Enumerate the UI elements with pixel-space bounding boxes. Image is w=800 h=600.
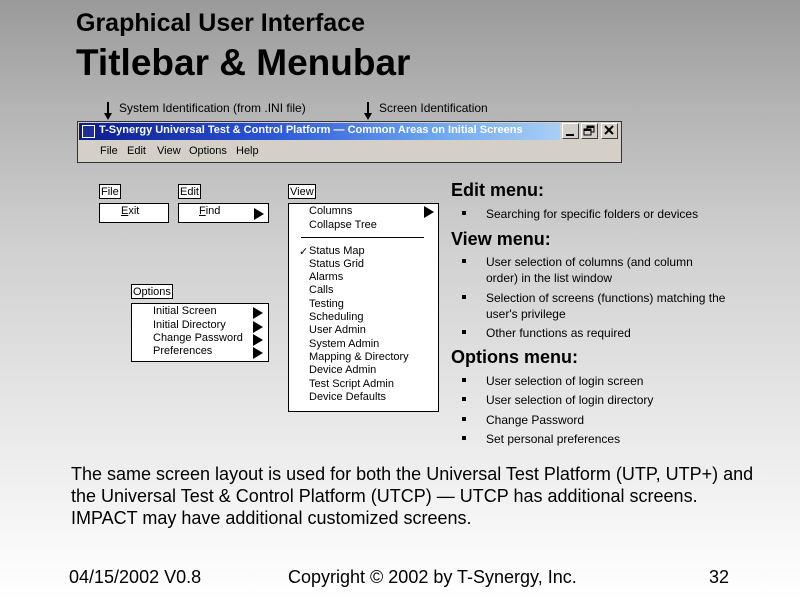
menu-item-columns[interactable]: Columns [309,205,352,217]
footer-date-version: 04/15/2002 V0.8 [69,567,202,587]
menu-item-device-admin[interactable]: Device Admin [309,364,376,376]
slide-subtitle: Titlebar & Menubar [76,42,411,83]
menu-item-alarms[interactable]: Alarms [309,271,343,283]
bullet-icon [462,397,466,401]
bullet-icon [462,378,466,382]
view-menu-header[interactable]: View [288,184,316,199]
menubar-options[interactable]: Options [189,145,227,157]
menu-item-calls[interactable]: Calls [309,284,333,296]
options-bullet: User selection of login screen [486,374,644,388]
view-bullet: Other functions as required [486,326,631,340]
submenu-arrow-icon [253,307,263,319]
minimize-icon [566,134,574,136]
menu-separator [301,237,424,238]
check-icon: ✓ [299,246,309,258]
menu-item-status-grid[interactable]: Status Grid [309,258,364,270]
menu-item-initial-screen[interactable]: Initial Screen [153,305,217,317]
bullet-icon [462,295,466,299]
edit-menu-header[interactable]: Edit [178,184,201,199]
submenu-arrow-icon [253,334,263,346]
view-bullet: Selection of screens (functions) matchin… [486,291,726,321]
options-bullet: Set personal preferences [486,432,621,446]
restore-button[interactable] [581,123,598,139]
page-number: 32 [709,567,730,587]
menu-item-status-map[interactable]: Status Map [309,245,365,257]
menu-item-system-admin[interactable]: System Admin [309,338,379,350]
edit-menu: Find [178,203,269,223]
options-menu: Initial Screen Initial Directory Change … [131,303,269,362]
menu-item-testing[interactable]: Testing [309,298,344,310]
slide-title: Graphical User Interface [76,9,366,37]
options-bullet: Change Password [486,413,585,427]
submenu-arrow-icon [254,208,264,220]
bullet-icon [462,259,466,263]
menubar-help[interactable]: Help [236,145,259,157]
menubar-edit[interactable]: Edit [127,145,146,157]
menu-item-collapse-tree[interactable]: Collapse Tree [309,219,377,231]
bullet-icon [462,211,466,215]
submenu-arrow-icon [424,206,434,218]
options-menu-header[interactable]: Options [131,284,173,299]
options-menu-heading: Options menu: [451,347,578,367]
menu-item-device-defaults[interactable]: Device Defaults [309,391,386,403]
menu-item-exit[interactable]: Exit [121,205,139,217]
screen-id-annotation: Screen Identification [379,101,488,115]
footer-copyright: Copyright © 2002 by T-Synergy, Inc. [288,567,577,587]
view-menu: Columns Collapse Tree ✓ Status Map Statu… [288,203,439,412]
menu-item-change-password[interactable]: Change Password [153,332,243,344]
window-titlebar[interactable]: T-Synergy Universal Test & Control Platf… [79,123,560,140]
close-icon [604,125,614,135]
bullet-icon [462,330,466,334]
minimize-button[interactable] [562,123,579,139]
menubar-view[interactable]: View [157,145,181,157]
file-menu: Exit [99,203,169,223]
bullet-icon [462,417,466,421]
menu-item-mapping-directory[interactable]: Mapping & Directory [309,351,409,363]
window-title: T-Synergy Universal Test & Control Platf… [99,124,523,136]
menu-item-user-admin[interactable]: User Admin [309,324,366,336]
submenu-arrow-icon [253,347,263,359]
close-button[interactable] [601,123,618,139]
menubar-file[interactable]: File [100,145,118,157]
view-menu-heading: View menu: [451,229,551,249]
restore-icon [583,125,595,136]
menu-item-preferences[interactable]: Preferences [153,345,212,357]
view-bullet: User selection of columns (and column or… [486,255,693,285]
bullet-icon [462,436,466,440]
app-icon [82,125,95,138]
menu-item-initial-directory[interactable]: Initial Directory [153,319,226,331]
app-window: T-Synergy Universal Test & Control Platf… [77,121,622,163]
file-menu-header[interactable]: File [99,184,121,199]
submenu-arrow-icon [253,321,263,333]
menu-item-scheduling[interactable]: Scheduling [309,311,363,323]
menu-item-find[interactable]: Find [199,205,220,217]
options-bullet: User selection of login directory [486,393,654,407]
summary-paragraph: The same screen layout is used for both … [71,464,754,528]
system-id-annotation: System Identification (from .INI file) [119,101,306,115]
edit-menu-heading: Edit menu: [451,180,544,200]
menu-item-test-script-admin[interactable]: Test Script Admin [309,378,394,390]
edit-bullet: Searching for specific folders or device… [486,207,699,221]
